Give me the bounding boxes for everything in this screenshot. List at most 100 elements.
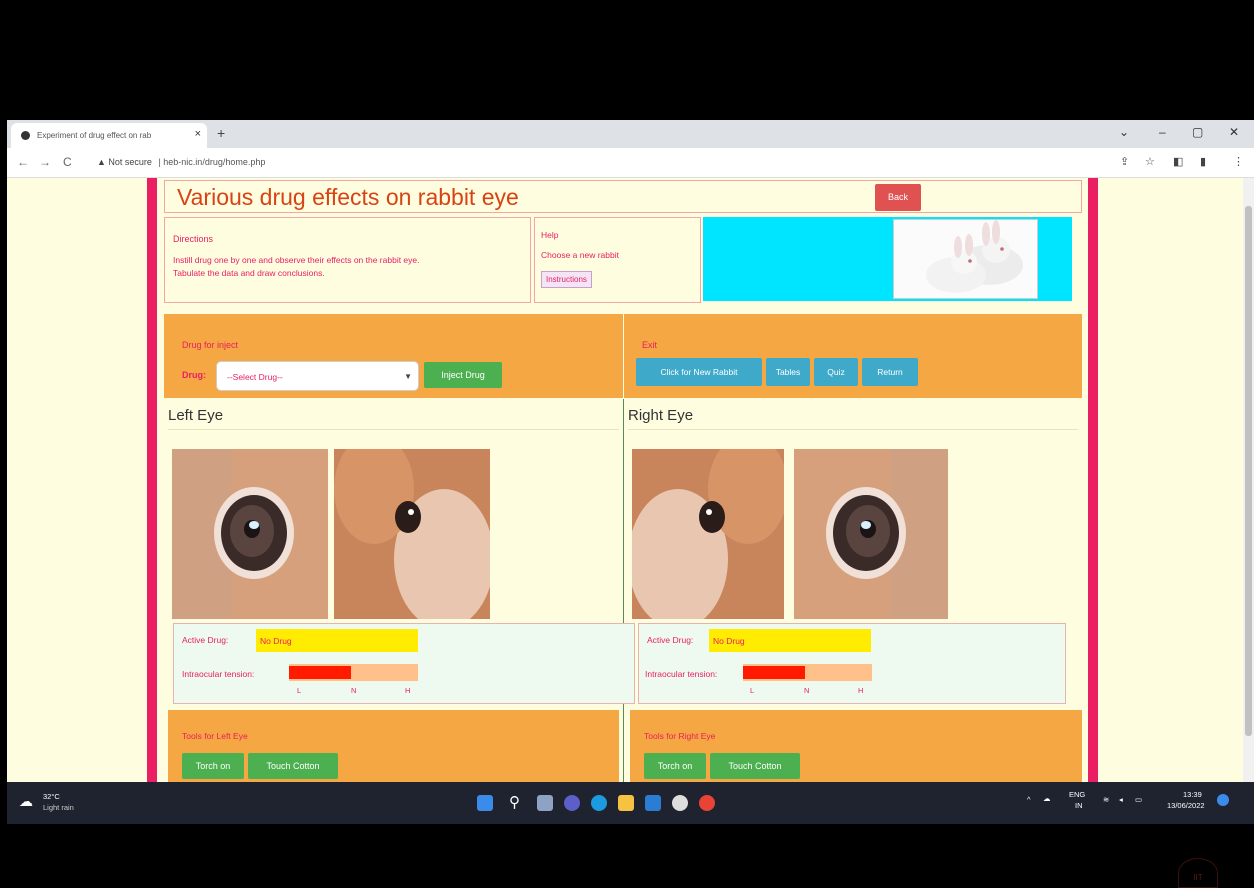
directions-heading: Directions (173, 234, 214, 244)
rabbit-banner (703, 217, 1072, 301)
chevron-down-icon: ▼ (404, 372, 412, 381)
help-panel: Help Choose a new rabbit Instructions (534, 217, 701, 303)
tab-title: Experiment of drug effect on rab (37, 131, 152, 140)
reload-icon[interactable]: C (63, 155, 72, 169)
help-text: Choose a new rabbit (541, 250, 619, 260)
header-panel: Various drug effects on rabbit eye Back (164, 180, 1082, 213)
directions-line-2: Tabulate the data and draw conclusions. (173, 268, 325, 278)
right-torch-button[interactable]: Torch on (644, 753, 706, 779)
right-tools-heading: Tools for Right Eye (644, 731, 716, 741)
directions-line-1: Instill drug one by one and observe thei… (173, 255, 420, 265)
profile-icon[interactable]: ▮ (1200, 155, 1206, 168)
divider (168, 429, 619, 430)
directions-panel: Directions Instill drug one by one and o… (164, 217, 531, 303)
inject-heading: Drug for inject (182, 340, 239, 350)
right-eye-panel: Right Eye Active Drug: No Drug Intraocul… (624, 399, 1082, 782)
address-bar: ← → C ▲ Not secure | heb-nic.in/drug/hom… (7, 148, 1254, 178)
new-tab-button[interactable]: + (217, 125, 225, 141)
left-border-bar (147, 178, 157, 782)
left-eye-panel: Left Eye Active Drug: No Drug Intraocula… (164, 399, 635, 782)
url-field[interactable]: ▲ Not secure | heb-nic.in/drug/home.php (97, 157, 265, 167)
right-eye-info: Active Drug: No Drug Intraocular tension… (638, 623, 1066, 704)
favicon-icon (21, 131, 30, 140)
share-icon[interactable]: ⇪ (1120, 155, 1129, 168)
menu-dots-icon[interactable]: ⋮ (1233, 155, 1244, 168)
left-tools-panel: Tools for Left Eye Torch on Touch Cotton (168, 710, 619, 782)
left-touch-cotton-button[interactable]: Touch Cotton (248, 753, 338, 779)
inject-drug-button[interactable]: Inject Drug (424, 362, 502, 388)
right-tension-meter (743, 664, 872, 681)
rabbits-picture (894, 220, 1037, 298)
divider (628, 429, 1078, 430)
scale-normal-label: N (351, 686, 357, 695)
cloud-icon[interactable]: ☁ (1043, 794, 1051, 803)
new-rabbit-button[interactable]: Click for New Rabbit (636, 358, 762, 386)
store-icon[interactable] (645, 795, 661, 811)
chevron-up-icon[interactable]: ^ (1027, 795, 1031, 804)
left-torch-button[interactable]: Torch on (182, 753, 244, 779)
wifi-icon[interactable]: ≋ (1103, 795, 1109, 804)
close-window-icon[interactable]: ✕ (1229, 125, 1239, 139)
edge-icon[interactable] (591, 795, 607, 811)
back-button[interactable]: Back (875, 184, 921, 211)
back-arrow-icon[interactable]: ← (17, 155, 29, 169)
left-tension-meter (289, 664, 418, 681)
weather-icon[interactable]: ☁ (19, 793, 33, 810)
file-explorer-icon[interactable] (618, 795, 634, 811)
left-tension-label: Intraocular tension: (182, 669, 255, 679)
right-active-drug-value: No Drug (709, 629, 871, 652)
volume-icon[interactable]: ◂ (1119, 795, 1123, 804)
page-scrollbar[interactable] (1243, 178, 1254, 782)
page-title: Various drug effects on rabbit eye (177, 184, 519, 210)
scrollbar-thumb[interactable] (1245, 206, 1252, 736)
right-tension-fill (743, 666, 805, 679)
chrome-icon[interactable] (699, 795, 715, 811)
right-tools-panel: Tools for Right Eye Torch on Touch Cotto… (630, 710, 1082, 782)
tab-search-icon[interactable]: ⌄ (1119, 125, 1129, 139)
instructions-button[interactable]: Instructions (541, 271, 592, 288)
return-button[interactable]: Return (862, 358, 918, 386)
battery-icon[interactable]: ▭ (1135, 795, 1142, 804)
drug-select-value: --Select Drug-- (227, 372, 283, 382)
rabbit-image (893, 219, 1038, 299)
minimize-icon[interactable]: – (1159, 125, 1166, 139)
url-text: | heb-nic.in/drug/home.php (158, 157, 266, 167)
close-tab-icon[interactable]: × (195, 128, 201, 140)
left-active-drug-label: Active Drug: (182, 635, 229, 645)
weather-text: Light rain (43, 803, 74, 812)
app-icon[interactable] (672, 795, 688, 811)
scale-high-label: H (405, 686, 411, 695)
search-icon[interactable]: ⚲ (509, 793, 520, 811)
drug-select[interactable]: --Select Drug-- ▼ (216, 361, 419, 391)
right-rabbit-face-photo (632, 449, 784, 619)
not-secure-label: ▲ Not secure (97, 157, 152, 167)
task-view-icon[interactable] (537, 795, 553, 811)
screen: Experiment of drug effect on rab × + ⌄ –… (7, 120, 1254, 824)
sidebar-icon[interactable]: ◧ (1173, 155, 1183, 168)
left-eye-heading: Left Eye (168, 407, 224, 424)
language-label[interactable]: ENG (1069, 790, 1085, 799)
scale-low-label: L (297, 686, 302, 695)
bookmark-star-icon[interactable]: ☆ (1145, 155, 1155, 168)
left-tension-fill (289, 666, 351, 679)
quiz-button[interactable]: Quiz (814, 358, 858, 386)
drug-label: Drug: (182, 370, 206, 380)
notification-icon[interactable] (1217, 794, 1229, 806)
clock-date[interactable]: 13/06/2022 (1167, 801, 1205, 810)
right-active-drug-label: Active Drug: (647, 635, 694, 645)
right-touch-cotton-button[interactable]: Touch Cotton (710, 753, 800, 779)
left-eye-closeup-photo (172, 449, 328, 619)
browser-tab[interactable]: Experiment of drug effect on rab × (11, 123, 207, 148)
left-rabbit-face-photo (334, 449, 490, 619)
scale-normal-label: N (804, 686, 810, 695)
exit-panel: Exit Click for New Rabbit Tables Quiz Re… (624, 314, 1082, 398)
start-icon[interactable] (477, 795, 493, 811)
restore-icon[interactable]: ▢ (1192, 125, 1203, 139)
chat-icon[interactable] (564, 795, 580, 811)
taskbar: ☁ 32°C Light rain ⚲ ^ ☁ ENG IN ≋ ◂ ▭ 13:… (7, 782, 1254, 824)
left-tools-heading: Tools for Left Eye (182, 731, 248, 741)
forward-arrow-icon[interactable]: → (39, 155, 51, 169)
browser-tabstrip: Experiment of drug effect on rab × + ⌄ –… (7, 120, 1254, 148)
tables-button[interactable]: Tables (766, 358, 810, 386)
clock-time[interactable]: 13:39 (1183, 790, 1202, 799)
